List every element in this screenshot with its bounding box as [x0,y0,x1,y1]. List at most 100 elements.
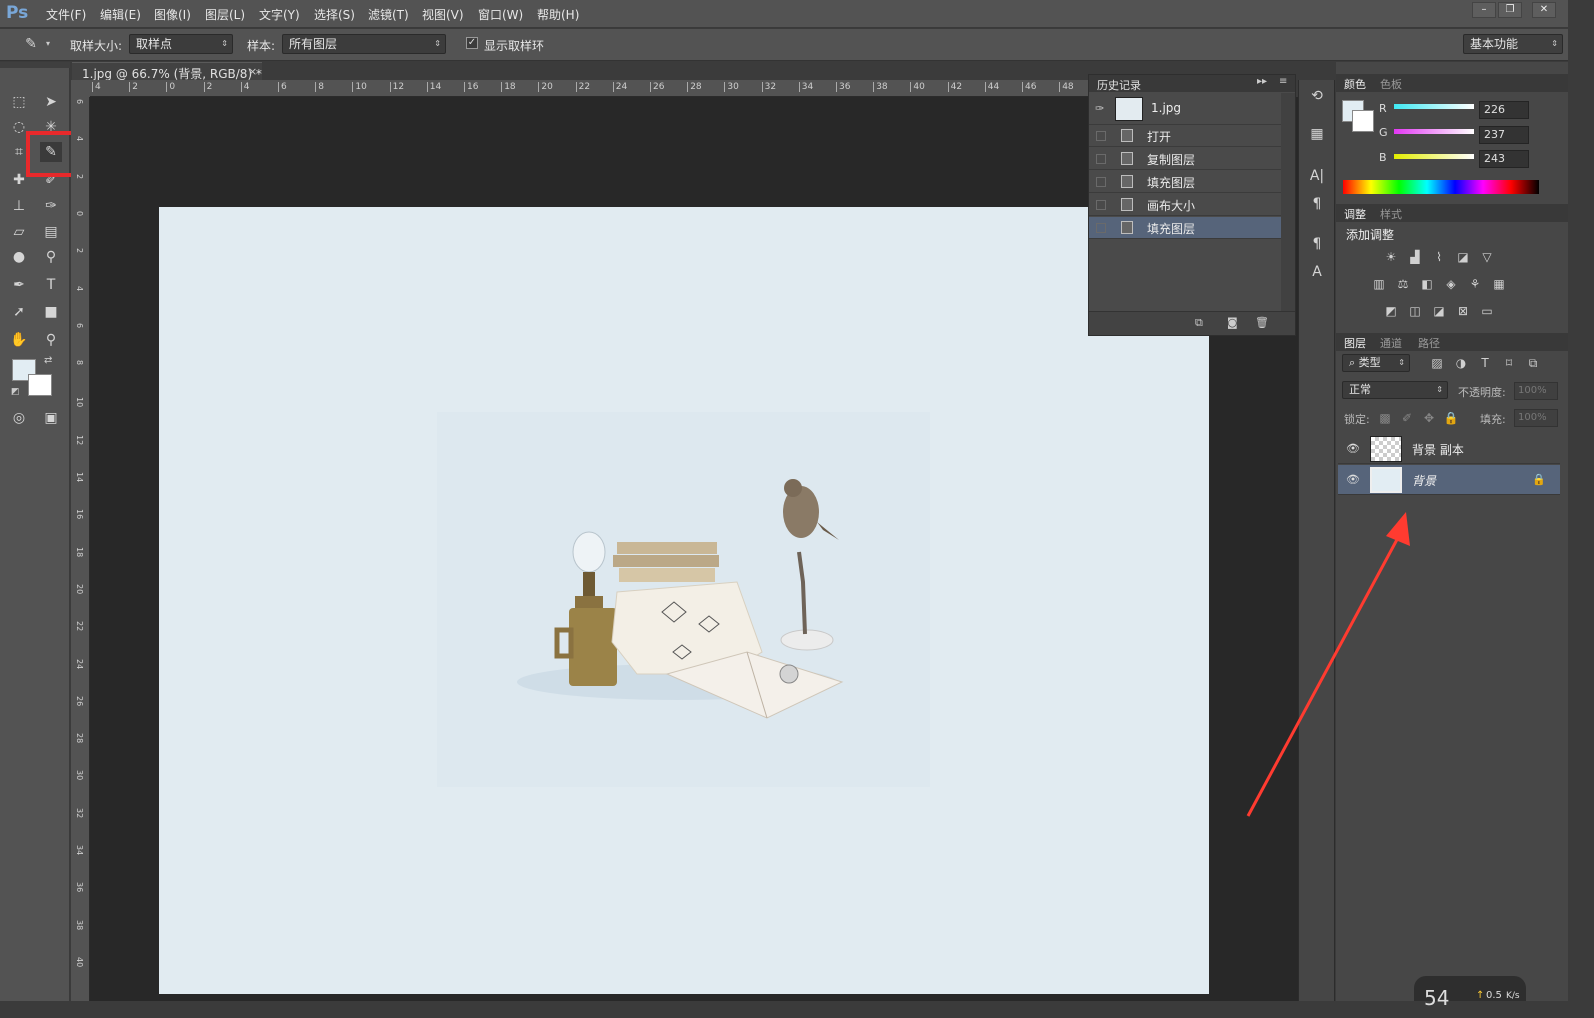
channel-mixer-icon[interactable]: ⚘ [1466,277,1484,291]
screen-mode-icon[interactable]: ▣ [40,408,62,428]
history-brush-source-icon[interactable]: ✑ [1095,102,1104,115]
history-brush-checkbox[interactable] [1096,154,1106,164]
threshold-icon[interactable]: ◪ [1430,304,1448,318]
g-slider[interactable] [1394,129,1474,134]
color-spectrum-ramp[interactable] [1343,180,1539,194]
lock-transparency-icon[interactable]: ▩ [1376,411,1394,425]
history-brush-checkbox[interactable] [1096,177,1106,187]
exposure-icon[interactable]: ◪ [1454,250,1472,264]
close-button[interactable]: ✕ [1532,2,1556,18]
lock-all-icon[interactable]: 🔒 [1442,411,1460,425]
layer-row[interactable]: 👁 背景 副本 [1338,434,1560,464]
menu-edit[interactable]: 编辑(E) [100,6,141,23]
color-balance-icon[interactable]: ⚖ [1394,277,1412,291]
color-lookup-icon[interactable]: ▦ [1490,277,1508,291]
color-bg-swatch[interactable] [1352,110,1374,132]
collapse-icon[interactable]: ▸▸ [1257,76,1267,87]
menu-help[interactable]: 帮助(H) [537,6,579,23]
opacity-input[interactable]: 100% [1514,382,1558,400]
tab-channels[interactable]: 通道 [1380,335,1402,351]
blur-tool-icon[interactable]: ● [8,247,30,267]
sample-size-select[interactable]: 取样点 ⇕ [129,34,233,54]
workspace-select[interactable]: 基本功能 ⇕ [1463,34,1563,54]
clone-stamp-tool-icon[interactable]: ⊥ [8,196,30,216]
filter-pixel-icon[interactable]: ▨ [1428,356,1446,370]
new-document-from-state-icon[interactable]: ⧉ [1195,316,1203,330]
r-slider[interactable] [1394,104,1474,109]
character-panel-icon[interactable]: A| [1306,166,1328,186]
menu-type[interactable]: 文字(Y) [259,6,300,23]
tab-adjustments[interactable]: 调整 [1344,206,1366,222]
blend-mode-select[interactable]: 正常 ⇕ [1342,381,1448,399]
levels-icon[interactable]: ▟ [1406,250,1424,264]
menu-filter[interactable]: 滤镜(T) [368,6,409,23]
show-ring-checkbox[interactable]: ✓ [466,37,478,49]
panel-menu-icon[interactable]: ≡ [1279,76,1287,87]
black-white-icon[interactable]: ◧ [1418,277,1436,291]
history-snapshot[interactable]: ✑ 1.jpg [1089,93,1281,125]
layer-filter-select[interactable]: ⌕ 类型 ⇕ [1342,354,1410,372]
history-item[interactable]: 画布大小 [1089,194,1281,216]
dodge-tool-icon[interactable]: ⚲ [40,247,62,267]
menu-layer[interactable]: 图层(L) [205,6,245,23]
hand-tool-icon[interactable]: ✋ [8,330,30,350]
restore-button[interactable]: ❐ [1498,2,1522,18]
eye-icon[interactable]: 👁 [1346,442,1360,455]
history-brush-checkbox[interactable] [1096,131,1106,141]
eyedropper-preset-icon[interactable]: ✎ [20,34,42,54]
pen-tool-icon[interactable]: ✒ [8,275,30,295]
chevron-down-icon[interactable]: ▾ [46,39,50,48]
history-item[interactable]: 复制图层 [1089,148,1281,170]
history-item[interactable]: 打开 [1089,125,1281,147]
paragraph-styles-icon[interactable]: ¶ [1306,234,1328,254]
menu-image[interactable]: 图像(I) [154,6,191,23]
b-value-input[interactable]: 243 [1479,150,1529,168]
tab-styles[interactable]: 样式 [1380,206,1402,222]
swap-colors-icon[interactable]: ⇄ [44,355,52,366]
character-styles-icon[interactable]: A [1306,262,1328,282]
filter-adjustment-icon[interactable]: ◑ [1452,356,1470,370]
curves-icon[interactable]: ⌇ [1430,250,1448,264]
eye-icon[interactable]: 👁 [1346,473,1360,486]
zoom-tool-icon[interactable]: ⚲ [40,330,62,350]
camera-snapshot-icon[interactable]: ◙ [1227,316,1238,329]
b-slider[interactable] [1394,154,1474,159]
history-item[interactable]: 填充图层 [1089,171,1281,193]
quick-mask-icon[interactable]: ◎ [8,408,30,428]
move-tool-icon[interactable]: ➤ [40,92,62,112]
background-color-swatch[interactable] [28,374,52,396]
filter-smart-object-icon[interactable]: ⧉ [1524,356,1542,370]
rectangle-tool-icon[interactable]: ■ [40,302,62,322]
posterize-icon[interactable]: ◫ [1406,304,1424,318]
paragraph-panel-icon[interactable]: ¶ [1306,194,1328,214]
lock-position-icon[interactable]: ✥ [1420,411,1438,425]
history-panel-icon[interactable]: ⟲ [1306,86,1328,106]
fill-input[interactable]: 100% [1514,409,1558,427]
trash-icon[interactable]: 🗑 [1255,316,1269,329]
history-panel-title[interactable]: 历史记录 [1097,77,1141,93]
invert-icon[interactable]: ◩ [1382,304,1400,318]
minimize-button[interactable]: – [1472,2,1496,18]
filter-type-icon[interactable]: T [1476,356,1494,370]
menu-view[interactable]: 视图(V) [422,6,464,23]
gradient-map-icon[interactable]: ▭ [1478,304,1496,318]
tab-layers[interactable]: 图层 [1344,335,1366,351]
history-brush-checkbox[interactable] [1096,200,1106,210]
history-item[interactable]: 填充图层 [1089,217,1281,239]
filter-shape-icon[interactable]: ⌑ [1500,356,1518,370]
default-colors-icon[interactable]: ◩ [11,387,20,397]
menu-file[interactable]: 文件(F) [46,6,86,23]
eraser-tool-icon[interactable]: ▱ [8,222,30,242]
tab-swatches[interactable]: 色板 [1380,76,1402,92]
lock-pixels-icon[interactable]: ✐ [1398,411,1416,425]
history-brush-tool-icon[interactable]: ✑ [40,196,62,216]
selective-color-icon[interactable]: ⊠ [1454,304,1472,318]
menu-select[interactable]: 选择(S) [314,6,355,23]
tab-paths[interactable]: 路径 [1418,335,1440,351]
sample-select[interactable]: 所有图层 ⇕ [282,34,446,54]
type-tool-icon[interactable]: T [40,275,62,295]
history-scrollbar[interactable] [1281,93,1295,311]
g-value-input[interactable]: 237 [1479,126,1529,144]
brightness-icon[interactable]: ☀ [1382,250,1400,264]
vibrance-icon[interactable]: ▽ [1478,250,1496,264]
